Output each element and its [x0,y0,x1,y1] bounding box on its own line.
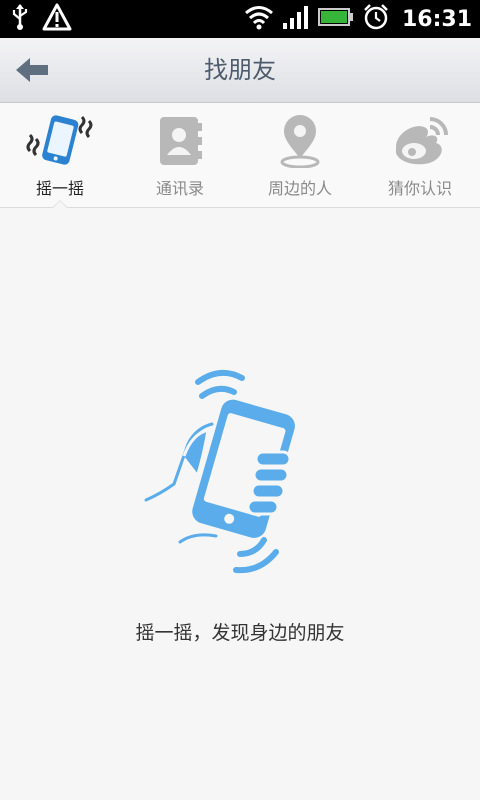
weibo-icon [396,117,448,165]
location-pin-icon [280,115,320,168]
title-bar: 找朋友 [0,38,480,103]
tab-label-nearby: 周边的人 [267,179,332,198]
tab-label-contacts: 通讯录 [155,179,204,198]
tab-contacts[interactable]: 通讯录 [120,103,240,207]
status-bar: 16:31 [0,0,480,38]
active-tab-indicator [52,200,68,208]
shake-hint-text: 摇一摇，发现身边的朋友 [135,622,345,644]
battery-icon [317,6,354,32]
tab-label-may-know: 猜你认识 [387,179,452,198]
signal-icon [282,4,310,34]
tab-may-know[interactable]: 猜你认识 [360,103,480,207]
tab-bar: 摇一摇 通讯录 周边的人 猜你认识 [0,103,480,208]
tab-label-shake: 摇一摇 [35,179,84,198]
usb-icon [10,3,30,35]
warning-icon [42,3,72,35]
contacts-book-icon [160,117,202,165]
shake-phone-icon [26,115,93,165]
status-time: 16:31 [401,6,472,32]
shake-illustration [140,364,300,580]
back-arrow-icon [16,58,48,82]
page-title: 找朋友 [204,56,276,84]
wifi-icon [244,4,274,34]
tab-nearby[interactable]: 周边的人 [240,103,360,207]
tab-shake[interactable]: 摇一摇 [0,103,120,208]
back-button[interactable] [10,50,54,90]
alarm-icon [362,3,390,35]
